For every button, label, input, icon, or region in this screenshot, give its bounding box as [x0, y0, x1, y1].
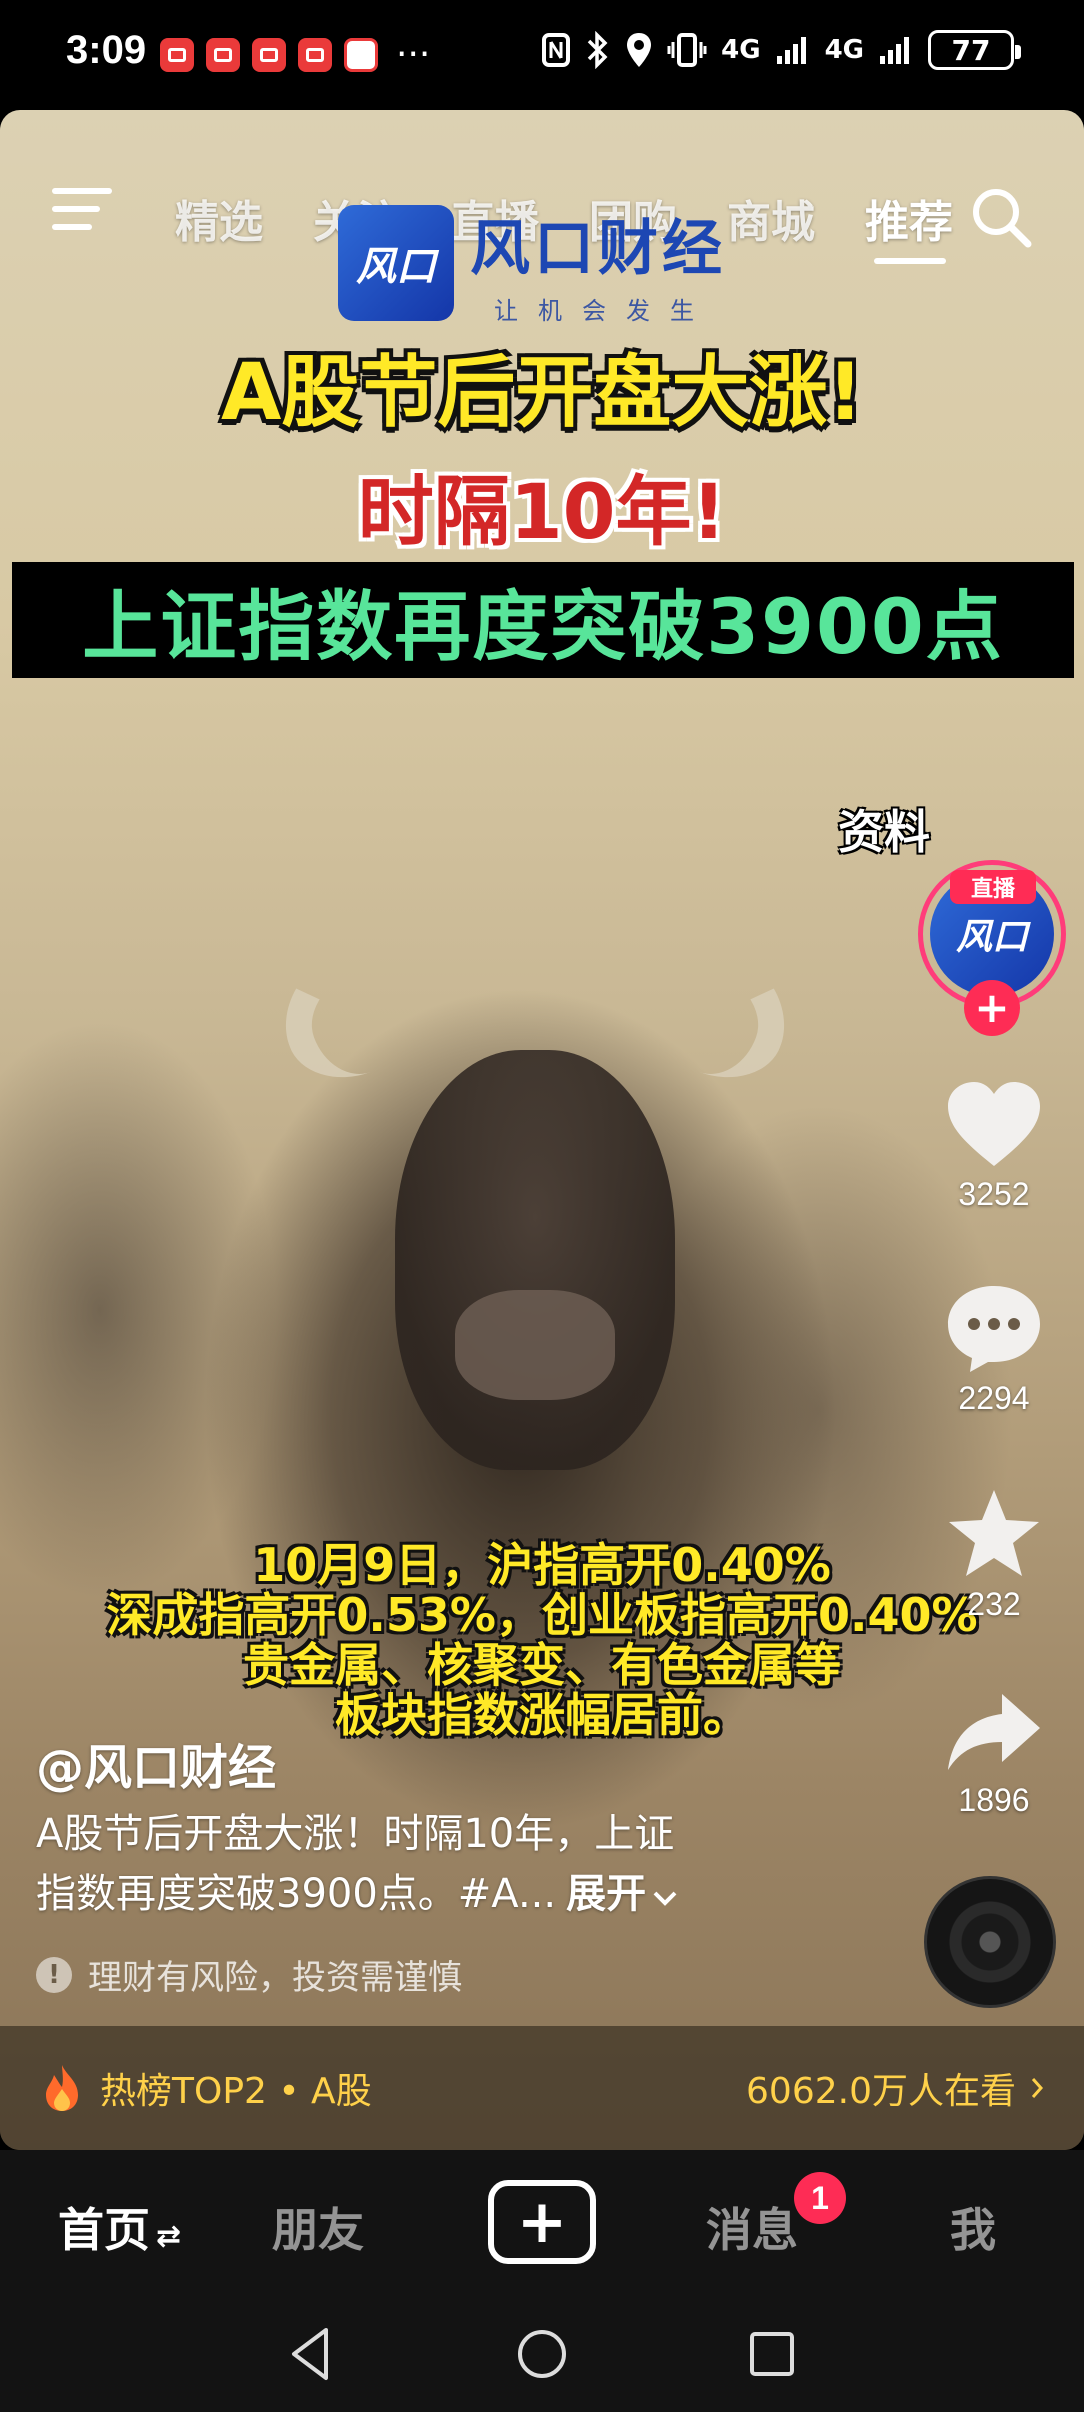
- huawei-app-icon: [206, 38, 240, 72]
- status-indicators: 4G 4G 77: [541, 30, 1021, 70]
- favorite-count: 232: [967, 1586, 1021, 1622]
- swap-icon: ⇄: [156, 2219, 182, 2254]
- bull-horn-illustration: [262, 914, 468, 1096]
- vibrate-icon: [667, 33, 707, 67]
- bottom-tab-bar: 首页 ⇄ 朋友 + 消息 1 我: [0, 2150, 1084, 2298]
- message-badge: 1: [794, 2172, 846, 2224]
- watching-text: 6062.0万人在看: [746, 2071, 1016, 2112]
- status-bar: 3:09 ··· 4G 4G 77: [0, 0, 1084, 110]
- more-notifications-icon: ···: [396, 34, 431, 75]
- network-type-1: 4G: [721, 35, 761, 65]
- caption-line: 贵金属、核聚变、有色金属等: [243, 1638, 841, 1692]
- tab-recommend[interactable]: 推荐: [840, 186, 978, 264]
- risk-notice-text: 理财有风险，投资需谨慎: [88, 1958, 462, 1998]
- chevron-down-icon: [653, 1891, 677, 1906]
- tab-home[interactable]: 首页 ⇄: [58, 2194, 181, 2260]
- video-player[interactable]: 精选 关注 直播 团购 商城 推荐 风口 风口财经 让机会发生 A股节后开盘大涨…: [0, 110, 1084, 2150]
- location-icon: [627, 33, 652, 67]
- heart-icon: [948, 1082, 1040, 1166]
- back-icon[interactable]: [280, 2322, 344, 2386]
- music-disc-icon[interactable]: [924, 1876, 1056, 2008]
- bull-horn-illustration: [602, 914, 808, 1096]
- follow-button[interactable]: +: [964, 980, 1020, 1036]
- brand-logo: 风口: [338, 205, 454, 321]
- home-icon[interactable]: [510, 2322, 574, 2386]
- system-nav-bar: [0, 2298, 1084, 2412]
- network-type-2: 4G: [824, 35, 864, 65]
- share-count: 1896: [958, 1782, 1030, 1818]
- menu-icon[interactable]: [52, 186, 112, 232]
- description-line: A股节后开盘大涨！时隔10年，上证: [36, 1811, 675, 1857]
- search-icon[interactable]: [968, 184, 1034, 250]
- headline-secondary: 时隔10年!: [357, 467, 727, 556]
- tab-home-label: 首页: [58, 2203, 150, 2257]
- author-name[interactable]: @风口财经: [36, 1728, 276, 1798]
- caption-line: 10月9日，沪指高开0.40%: [253, 1538, 831, 1592]
- description-line: 指数再度突破3900点。#A...: [36, 1871, 557, 1917]
- headline-primary: A股节后开盘大涨!: [221, 348, 863, 438]
- tab-messages[interactable]: 消息: [706, 2194, 798, 2260]
- recents-icon[interactable]: [740, 2322, 804, 2386]
- signal-icon: [880, 37, 909, 64]
- hot-rank-text: 热榜TOP2 • A股: [100, 2071, 372, 2112]
- like-count: 3252: [958, 1176, 1030, 1212]
- comment-button[interactable]: 2294: [934, 1282, 1054, 1417]
- profile-info-link[interactable]: 资料: [838, 796, 930, 862]
- share-button[interactable]: 1896: [934, 1690, 1054, 1819]
- like-button[interactable]: 3252: [934, 1080, 1054, 1213]
- bull-illustration: [395, 1050, 675, 1470]
- live-badge: 直播: [950, 870, 1036, 904]
- chevron-right-icon: [1031, 2078, 1044, 2098]
- headline-banner-text: 上证指数再度突破3900点: [82, 582, 1004, 671]
- signal-icon: [776, 37, 806, 64]
- nfc-icon: [542, 33, 571, 67]
- brand-name: 风口财经: [470, 214, 726, 284]
- notification-app-icon: [160, 38, 194, 72]
- brand-watermark: 风口 风口财经 让机会发生: [338, 200, 726, 326]
- post-description[interactable]: A股节后开盘大涨！时隔10年，上证 指数再度突破3900点。#A... 展开: [36, 1804, 796, 1924]
- comment-icon: [948, 1286, 1040, 1372]
- star-icon: [949, 1490, 1039, 1576]
- expand-link[interactable]: 展开: [566, 1871, 646, 1917]
- tab-featured[interactable]: 精选: [150, 186, 288, 250]
- video-caption: 10月9日，沪指高开0.40% 深成指高开0.53%，创业板指高开0.40% 贵…: [0, 1540, 1084, 1740]
- brand-slogan: 让机会发生: [494, 297, 714, 325]
- create-button[interactable]: +: [488, 2180, 596, 2264]
- notification-app-icon: [298, 38, 332, 72]
- comment-count: 2294: [958, 1380, 1030, 1416]
- headline-banner: 上证指数再度突破3900点: [12, 562, 1074, 678]
- bluetooth-icon: [587, 31, 608, 69]
- hot-list-bar[interactable]: 热榜TOP2 • A股 6062.0万人在看: [0, 2026, 1084, 2150]
- power-app-icon: [344, 38, 378, 72]
- share-arrow-icon: [948, 1694, 1040, 1770]
- status-time: 3:09: [66, 28, 147, 72]
- notification-icons: ···: [160, 34, 431, 75]
- notification-app-icon: [252, 38, 286, 72]
- watching-count: 6062.0万人在看: [746, 2062, 1044, 2114]
- tab-me[interactable]: 我: [950, 2194, 996, 2260]
- risk-notice: ! 理财有风险，投资需谨慎: [36, 1950, 462, 1999]
- fire-icon: [46, 2065, 78, 2111]
- favorite-button[interactable]: 232: [934, 1486, 1054, 1623]
- warning-icon: !: [36, 1956, 72, 1993]
- tab-friends[interactable]: 朋友: [272, 2194, 364, 2260]
- bull-nose-illustration: [455, 1290, 615, 1400]
- caption-line: 深成指高开0.53%，创业板指高开0.40%: [106, 1588, 978, 1642]
- battery-icon: 77: [928, 30, 1021, 70]
